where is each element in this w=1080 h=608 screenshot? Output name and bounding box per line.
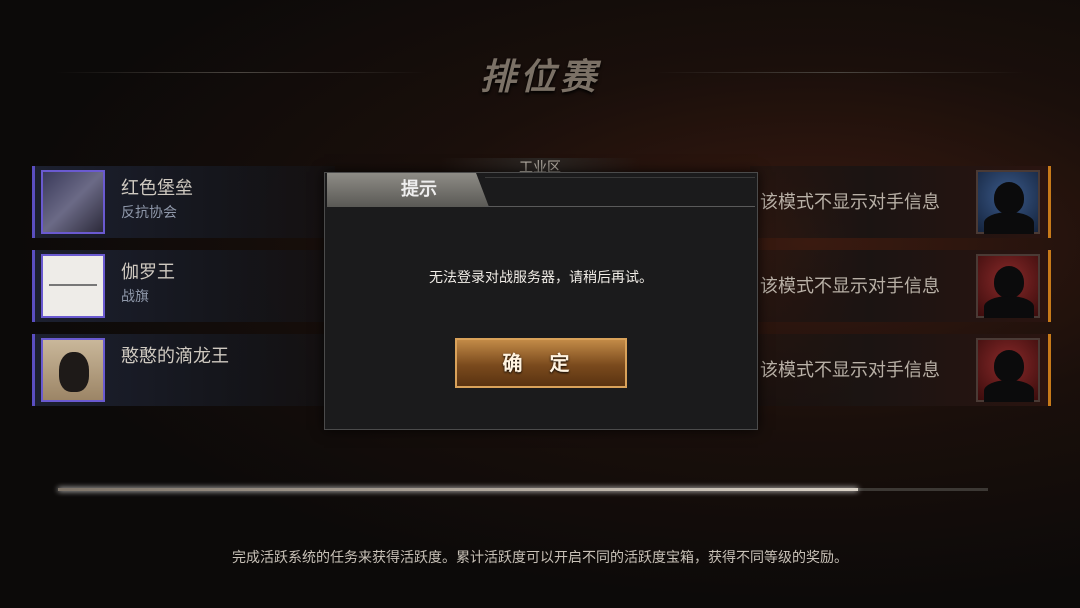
player-card-3[interactable]: 憨憨的滴龙王 xyxy=(32,334,335,406)
player-avatar xyxy=(41,338,105,402)
opponent-hidden-text: 该模式不显示对手信息 xyxy=(760,360,940,381)
player-card-1[interactable]: 红色堡垒 反抗协会 xyxy=(32,166,335,238)
player-name: 红色堡垒 xyxy=(121,178,193,199)
player-name: 憨憨的滴龙王 xyxy=(121,346,229,367)
opponent-avatar-silhouette-icon xyxy=(976,254,1040,318)
loading-tip: 完成活跃系统的任务来获得活跃度。累计活跃度可以开启不同的活跃度宝箱，获得不同等级… xyxy=(232,550,848,566)
opponent-card-2: 该模式不显示对手信息 xyxy=(750,250,1051,322)
opponent-card-1: 该模式不显示对手信息 xyxy=(750,166,1051,238)
opponent-hidden-text: 该模式不显示对手信息 xyxy=(760,192,940,213)
dog-icon xyxy=(59,352,89,392)
player-name: 伽罗王 xyxy=(121,262,175,283)
player-avatar xyxy=(41,254,105,318)
opponent-avatar-silhouette-icon xyxy=(976,338,1040,402)
dialog-title: 提示 xyxy=(327,173,489,207)
dialog-header-bar xyxy=(485,177,755,207)
player-avatar xyxy=(41,170,105,234)
confirm-button[interactable]: 确 定 xyxy=(455,338,627,388)
player-guild: 战旗 xyxy=(121,289,149,305)
opponent-card-3: 该模式不显示对手信息 xyxy=(750,334,1051,406)
dialog-message: 无法登录对战服务器，请稍后再试。 xyxy=(429,270,653,286)
alert-dialog: 提示 无法登录对战服务器，请稍后再试。 确 定 xyxy=(324,172,758,430)
player-card-2[interactable]: 伽罗王 战旗 xyxy=(32,250,335,322)
loading-progress-fill xyxy=(58,488,858,491)
player-guild: 反抗协会 xyxy=(121,205,177,221)
opponent-hidden-text: 该模式不显示对手信息 xyxy=(760,276,940,297)
loading-progress-bar xyxy=(58,488,988,491)
page-title: 排位赛 xyxy=(479,57,600,98)
opponent-avatar-silhouette-icon xyxy=(976,170,1040,234)
